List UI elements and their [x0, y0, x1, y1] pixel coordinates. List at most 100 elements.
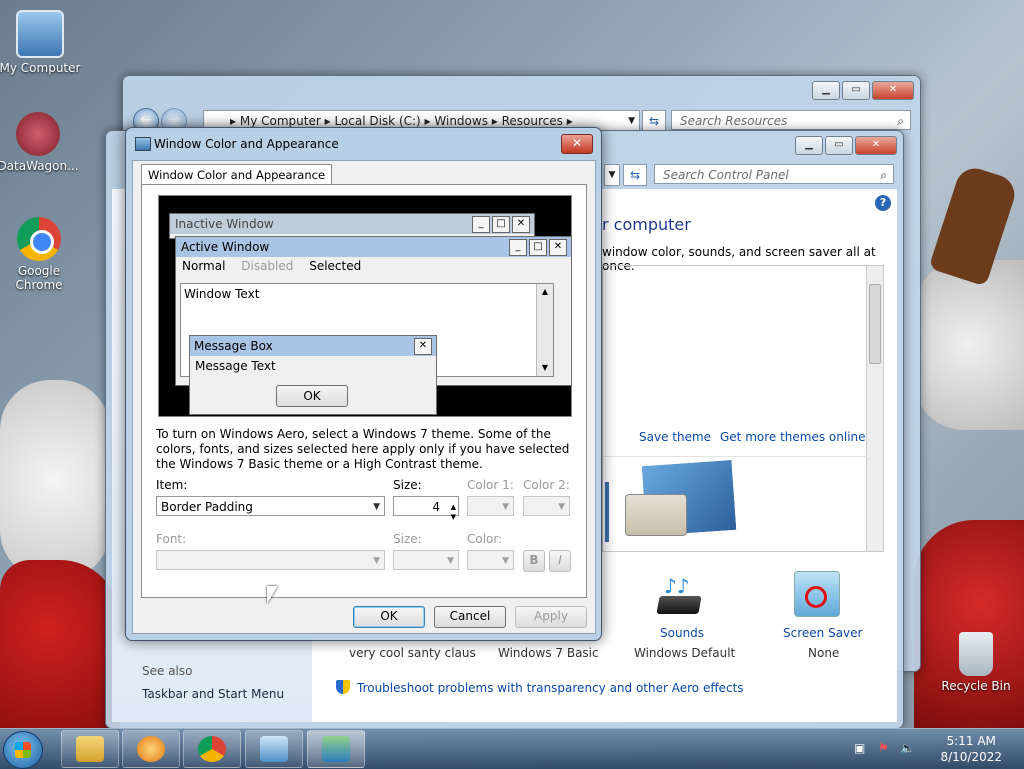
clock-date: 8/10/2022 [940, 750, 1002, 764]
desktop-icon-google-chrome[interactable]: Google Chrome [0, 217, 82, 292]
personalization-icon [322, 736, 350, 762]
breadcrumb-item[interactable]: Windows [434, 114, 488, 128]
media-player-icon [137, 736, 165, 762]
theme-label-windows7-basic: Windows 7 Basic [498, 646, 599, 660]
taskbar-control-panel[interactable] [245, 730, 303, 768]
clock[interactable]: 5:11 AM 8/10/2022 [940, 733, 1002, 765]
chevron-down-icon: ▼ [373, 502, 380, 512]
chevron-down-icon[interactable]: ▼ [604, 164, 620, 186]
chevron-down-icon[interactable]: ▼ [628, 111, 635, 131]
preview-msgbox-title: Message Box [190, 336, 436, 356]
search-icon: ⌕ [897, 114, 904, 128]
taskbar-chrome[interactable] [183, 730, 241, 768]
network-icon[interactable]: ▣ [854, 741, 865, 755]
minimize-button[interactable]: ▁ [795, 136, 823, 155]
chevron-up-icon: ▲ [541, 287, 549, 296]
size-stepper[interactable]: 4 ▲ ▼ [393, 496, 459, 521]
screen-saver-value: None [808, 646, 840, 660]
help-icon[interactable]: ? [875, 195, 891, 211]
desktop-icon-datawagon[interactable]: DataWagon... [0, 112, 80, 173]
chevron-down-icon: ▼ [541, 363, 549, 372]
font-color-picker[interactable]: ▼ [467, 550, 514, 570]
control-panel-icon [260, 736, 288, 762]
start-button[interactable] [3, 731, 43, 769]
get-more-themes-link[interactable]: Get more themes online [720, 430, 866, 444]
sounds-icon[interactable]: ♪♪ [654, 574, 704, 618]
font-size-label: Size: [393, 532, 422, 546]
window-color-appearance-dialog[interactable]: Window Color and Appearance ✕ Window Col… [125, 127, 602, 641]
theme-list-scrollbar[interactable] [866, 266, 883, 551]
item-select[interactable]: Border Padding ▼ [156, 496, 385, 516]
desktop-icon-recycle-bin[interactable]: Recycle Bin [934, 632, 1018, 693]
search-control-panel-input[interactable]: Search Control Panel ⌕ [654, 164, 894, 184]
breadcrumb: ▸ My Computer ▸ Local Disk (C:) ▸ Window… [230, 114, 573, 128]
volume-icon[interactable]: 🔈 [900, 741, 915, 755]
system-tray: ▣ ⚑ 🔈 5:11 AM 8/10/2022 [854, 729, 1024, 769]
theme-list[interactable] [602, 265, 884, 552]
maximize-button[interactable]: ▭ [842, 81, 870, 100]
theme-thumbnail-edge [605, 482, 609, 542]
refresh-button[interactable]: ⇆ [642, 110, 666, 132]
close-button[interactable]: ✕ [855, 136, 897, 155]
size-label: Size: [393, 478, 422, 492]
tab-window-color-appearance[interactable]: Window Color and Appearance [141, 164, 333, 185]
appearance-preview[interactable]: Inactive Window _ □ ✕ Active Window _ □ … [158, 195, 572, 417]
search-icon: ⌕ [880, 168, 887, 182]
breadcrumb-item[interactable]: Resources [502, 114, 563, 128]
screen-saver-icon[interactable] [794, 571, 840, 617]
font-color-label: Color: [467, 532, 503, 546]
preview-msgbox-text: Message Text [195, 359, 276, 373]
theme-preview-thumbnail-selected[interactable] [625, 494, 687, 536]
datawagon-icon [16, 112, 60, 156]
minimize-icon: _ [509, 239, 527, 256]
see-also-heading: See also [142, 664, 193, 678]
screen-saver-link[interactable]: Screen Saver [783, 626, 862, 640]
desktop-icon-label: Google Chrome [15, 264, 63, 292]
preview-ok-button: OK [276, 385, 348, 407]
search-resources-input[interactable]: Search Resources ⌕ [671, 110, 911, 130]
taskbar-explorer[interactable] [61, 730, 119, 768]
refresh-button[interactable]: ⇆ [623, 164, 647, 186]
background-fur-left [0, 380, 110, 580]
taskbar-window-color[interactable] [307, 730, 365, 768]
chevron-down-icon: ▼ [373, 556, 380, 566]
chevron-down-icon: ▼ [447, 556, 454, 566]
aero-description: To turn on Windows Aero, select a Window… [156, 427, 570, 471]
clock-time: 5:11 AM [946, 734, 996, 748]
minimize-icon: _ [472, 216, 490, 233]
desktop-icon-my-computer[interactable]: My Computer [0, 10, 82, 75]
color2-picker[interactable]: ▼ [523, 496, 570, 516]
maximize-button[interactable]: ▭ [825, 136, 853, 155]
action-center-icon[interactable]: ⚑ [878, 741, 889, 755]
scroll-thumb[interactable] [869, 284, 881, 364]
close-button[interactable]: ✕ [872, 81, 914, 100]
dialog-body: Window Color and Appearance Inactive Win… [132, 160, 596, 634]
preview-inactive-buttons: _ □ ✕ [472, 216, 530, 233]
folder-icon [76, 736, 104, 762]
breadcrumb-item[interactable]: My Computer [240, 114, 321, 128]
troubleshoot-link[interactable]: Troubleshoot problems with transparency … [357, 681, 744, 695]
dialog-title: Window Color and Appearance [154, 137, 339, 151]
cancel-button[interactable]: Cancel [434, 606, 506, 628]
minimize-button[interactable]: ▁ [812, 81, 840, 100]
bold-button[interactable]: B [523, 550, 545, 572]
color1-picker[interactable]: ▼ [467, 496, 514, 516]
mouse-cursor-icon [267, 586, 278, 604]
ok-button[interactable]: OK [353, 606, 425, 628]
italic-button[interactable]: I [549, 550, 571, 572]
font-size-select[interactable]: ▼ [393, 550, 459, 570]
preview-menu-bar: Normal Disabled Selected [176, 257, 571, 275]
chevron-down-icon[interactable]: ▼ [444, 507, 456, 527]
close-icon: ✕ [549, 239, 567, 256]
taskbar-media-player[interactable] [122, 730, 180, 768]
sounds-link[interactable]: Sounds [660, 626, 704, 640]
dialog-close-button[interactable]: ✕ [561, 134, 593, 154]
color2-label: Color 2: [523, 478, 570, 492]
save-theme-link[interactable]: Save theme [639, 430, 711, 444]
color1-label: Color 1: [467, 478, 514, 492]
taskbar-start-menu-link[interactable]: Taskbar and Start Menu [142, 687, 284, 701]
breadcrumb-item[interactable]: Local Disk (C:) [334, 114, 420, 128]
chrome-icon [17, 217, 61, 261]
apply-button[interactable]: Apply [515, 606, 587, 628]
font-select[interactable]: ▼ [156, 550, 385, 570]
